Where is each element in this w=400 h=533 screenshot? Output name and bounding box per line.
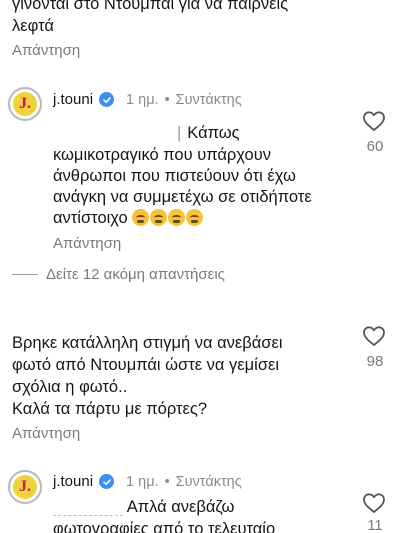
view-more-replies[interactable]: Δείτε 12 ακόμη απαντήσεις xyxy=(12,266,225,283)
comment2-like-button[interactable] xyxy=(362,325,386,352)
reply2-time: 1 ημ. xyxy=(126,473,159,490)
reply1-line4: ανάγκη να συμμετέχω σε οτιδήποτε xyxy=(53,188,312,206)
view-more-divider xyxy=(12,274,38,275)
comment2-reply-button[interactable]: Απάντηση xyxy=(12,425,80,442)
top-comment-line2: λεφτά xyxy=(12,17,54,35)
reply1-line5-text: αντίστοιχο xyxy=(53,209,128,227)
avatar[interactable]: J. xyxy=(8,87,42,121)
redacted-mention xyxy=(53,499,123,516)
reply2-line1: Απλά ανεβάζω xyxy=(53,497,234,518)
heart-icon xyxy=(363,326,385,346)
top-comment-line1: γίνονται στο Ντουμπάι για να παίρνεις xyxy=(12,0,289,13)
avatar-logo: J. xyxy=(13,475,37,499)
reply2-line1-text: Απλά ανεβάζω xyxy=(126,498,235,516)
heart-icon xyxy=(363,493,385,513)
comment2-line1: Βρηκε κατάλληλη στιγμή να ανεβάσει xyxy=(12,334,283,352)
comment2-line4: Καλά τα πάρτυ με πόρτες? xyxy=(12,400,208,418)
reply2-username[interactable]: j.touni xyxy=(53,473,93,490)
reply1-line1: | Κάπως xyxy=(177,123,240,144)
heart-icon xyxy=(363,111,385,131)
reply2-line2: φωτογραφίες από το τελευταίο xyxy=(53,520,276,533)
verified-badge-icon xyxy=(99,92,115,107)
reply1-role: Συντάκτης xyxy=(175,91,242,108)
reply2-like-button[interactable] xyxy=(362,492,386,519)
crying-emoji-icon xyxy=(168,209,186,226)
avatar[interactable]: J. xyxy=(8,470,42,504)
reply1-header: j.touni 1 ημ. • Συντάκτης xyxy=(53,91,242,108)
reply1-like-button[interactable] xyxy=(362,110,386,137)
comment2-line2: φωτό από Ντουμπάι ώστε να γεμίσει xyxy=(12,356,280,374)
reply1-line3: άνθρωποι που πιστεύουν ότι έχω xyxy=(53,167,296,185)
reply2-like-count: 11 xyxy=(367,517,383,533)
reply1-like-count: 60 xyxy=(366,138,384,155)
redaction-mark: | xyxy=(177,124,182,142)
reply1-time: 1 ημ. xyxy=(126,91,159,108)
comment2-line3: σχόλια η φωτό.. xyxy=(12,378,128,396)
crying-emoji-icon xyxy=(186,209,204,226)
view-more-label: Δείτε 12 ακόμη απαντήσεις xyxy=(46,266,225,283)
top-comment-reply-button[interactable]: Απάντηση xyxy=(12,42,80,59)
reply1-line2: κωμικοτραγικό που υπάρχουν xyxy=(53,146,271,164)
comment2-like-count: 98 xyxy=(366,353,384,370)
meta-dot: • xyxy=(164,473,170,490)
meta-dot: • xyxy=(164,91,170,108)
reply2-role: Συντάκτης xyxy=(175,473,242,490)
reply1-line1-text: Κάπως xyxy=(187,124,240,142)
reply2-header: j.touni 1 ημ. • Συντάκτης xyxy=(53,473,242,490)
crying-emoji-icon xyxy=(132,209,150,226)
crying-emoji-icon xyxy=(150,209,168,226)
reply1-line5: αντίστοιχο xyxy=(53,208,204,229)
avatar-logo: J. xyxy=(13,92,37,116)
verified-badge-icon xyxy=(99,474,115,489)
reply1-reply-button[interactable]: Απάντηση xyxy=(53,235,121,252)
reply1-username[interactable]: j.touni xyxy=(53,91,93,108)
